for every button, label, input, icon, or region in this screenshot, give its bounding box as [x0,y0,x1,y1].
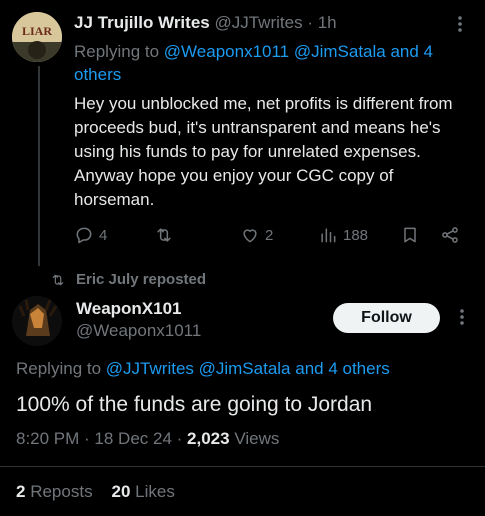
divider [0,466,485,467]
likes-label: Likes [135,482,175,501]
views-count: 2,023 [187,429,230,448]
character-avatar-image [12,296,62,346]
bookmark-icon [404,227,416,243]
replying-prefix: Replying to [74,42,160,61]
heart-icon [243,229,257,243]
engagement-stats: 2 Reposts 20 Likes [16,482,175,502]
reply-icon [76,227,92,244]
views-label: Views [234,429,280,448]
views-count: 188 [343,226,369,244]
author-name[interactable]: JJ Trujillo Writes [74,13,210,32]
replying-to: Replying to @Weaponx1011 @JimSatala and … [74,40,474,86]
thread-connector-line [38,66,40,266]
avatar[interactable] [12,296,62,346]
separator-dot: · [307,13,313,32]
tweet-header: JJ Trujillo Writes @JJTwrites · 1h [74,13,337,33]
author-handle[interactable]: @JJTwrites [214,13,302,32]
tweet-meta: 8:20 PM · 18 Dec 24 · 2,023 Views [16,429,279,449]
reposts-label: Reposts [30,482,93,501]
more-options-icon[interactable] [453,307,471,332]
tweet-actions: 4 2 188 [74,225,474,247]
reply-button[interactable]: 4 [74,225,107,245]
analytics-icon [321,228,336,243]
book-cover-avatar-image: LIAR [12,12,62,62]
repost-banner-text[interactable]: Eric July reposted [76,271,206,288]
author-handle[interactable]: @Weaponx1011 [76,321,201,341]
bookmark-button[interactable] [400,225,420,245]
retweet-button[interactable] [154,225,179,245]
timestamp[interactable]: 8:20 PM · 18 Dec 24 · [16,429,182,448]
likes-stat[interactable]: 20 Likes [111,482,174,501]
replying-prefix: Replying to [16,359,102,378]
avatar-text: LIAR [22,24,52,38]
replying-mentions[interactable]: @JJTwrites @JimSatala and 4 others [106,359,390,378]
avatar[interactable]: LIAR [12,12,62,62]
share-button[interactable] [440,225,460,245]
views-button[interactable]: 188 [318,225,368,245]
reposts-count: 2 [16,482,26,501]
like-button[interactable]: 2 [240,225,273,245]
reply-count: 4 [99,226,108,244]
likes-count: 20 [111,482,131,501]
tweet-body: Hey you unblocked me, net profits is dif… [74,94,453,209]
retweet-icon [157,228,171,242]
timestamp[interactable]: 1h [318,13,337,32]
more-options-icon[interactable] [451,14,469,39]
retweet-icon [52,274,64,285]
author-name[interactable]: WeaponX101 [76,299,182,319]
tweet-body: 100% of the funds are going to Jordan [16,393,373,416]
share-icon [442,227,458,243]
like-count: 2 [265,226,274,244]
reposts-stat[interactable]: 2 Reposts [16,482,93,501]
replying-to: Replying to @JJTwrites @JimSatala and 4 … [16,359,390,379]
follow-button[interactable]: Follow [333,303,440,333]
repost-banner: Eric July reposted [50,271,206,288]
